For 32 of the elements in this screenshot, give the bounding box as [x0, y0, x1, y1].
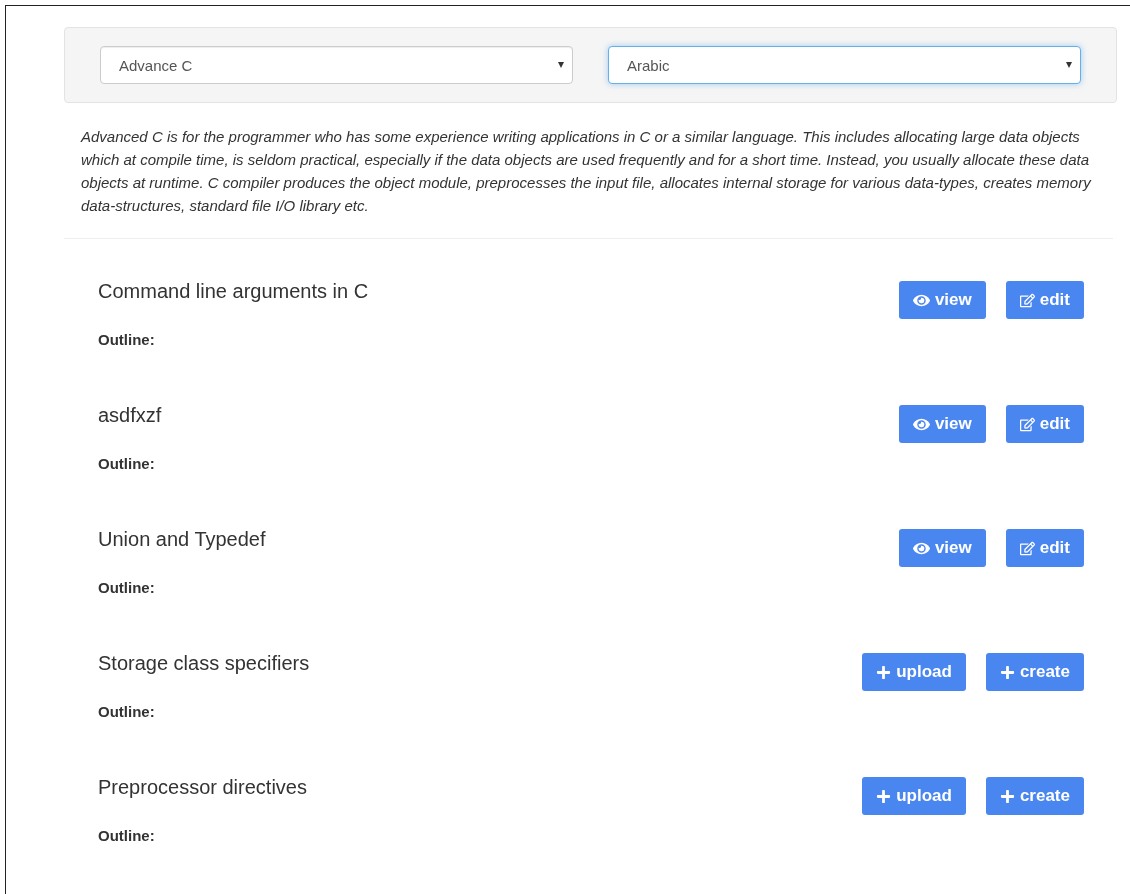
plus-icon [876, 788, 892, 804]
caret-icon [558, 62, 564, 68]
caret-icon [1066, 62, 1072, 68]
plus-icon [876, 664, 892, 680]
lesson-title: Preprocessor directives [98, 775, 307, 799]
outline-label: Outline: [98, 331, 156, 348]
create-button[interactable]: create [985, 653, 1084, 691]
outline-label: Outline: [98, 455, 156, 472]
outline-label: Outline: [98, 703, 156, 720]
lesson-title: Command line arguments in C [98, 279, 369, 303]
edit-icon [1019, 540, 1035, 556]
upload-button[interactable]: upload [862, 777, 966, 815]
view-button[interactable]: view [898, 405, 986, 443]
view-button[interactable]: view [898, 281, 986, 319]
edit-button[interactable]: edit [1005, 529, 1084, 567]
edit-icon [1019, 416, 1035, 432]
outline-label: Outline: [98, 579, 156, 596]
outline-label: Outline: [98, 827, 156, 844]
edit-button[interactable]: edit [1005, 281, 1084, 319]
view-button[interactable]: view [898, 529, 986, 567]
plus-icon [999, 788, 1015, 804]
lesson-title: Storage class specifiers [98, 651, 310, 675]
create-button[interactable]: create [985, 777, 1084, 815]
edit-icon [1019, 292, 1035, 308]
edit-button[interactable]: edit [1005, 405, 1084, 443]
dropdown-select[interactable]: Arabic [608, 46, 1081, 84]
lesson-title: asdfxzf [98, 403, 162, 427]
upload-button[interactable]: upload [862, 653, 966, 691]
lesson-title: Union and Typedef [98, 527, 266, 551]
plus-icon [999, 664, 1015, 680]
course-description: Advanced C is for the programmer who has some experience writing applications in C or a similar language. This includes allocating large data objects which at compile time, is seldom practical, especially if the data objects are used frequently and for a short time. Instead, you usually allocate these data objects at runtime. C compiler produces the object module, preprocesses the input file, allocates internal storage for various data-types, creates memory data-structures, standard file I/O library etc. [64, 103, 1113, 239]
dropdown-select[interactable]: Advance C [100, 46, 573, 84]
